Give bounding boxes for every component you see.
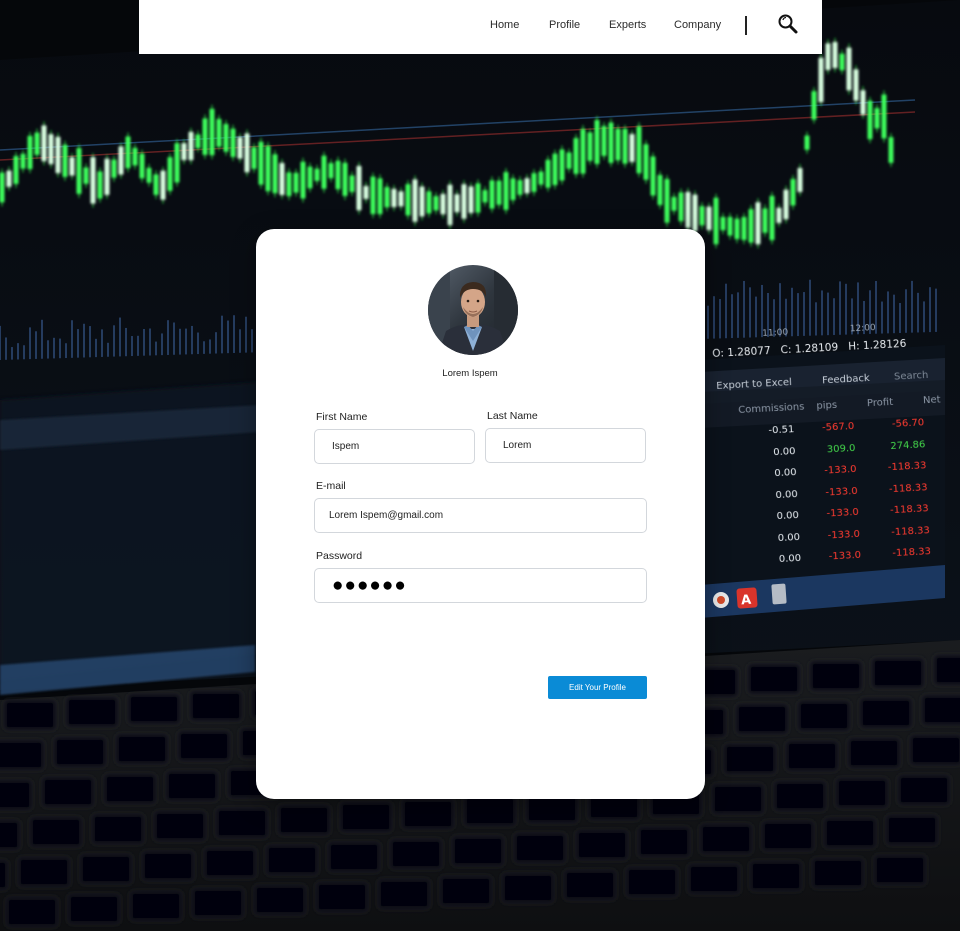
profile-display-name: Lorem Ispem (442, 368, 498, 379)
table-cell: -118.33 (887, 460, 927, 474)
table-cell: -567.0 (821, 421, 855, 434)
table-cell: 0.00 (775, 488, 799, 501)
table-cell: 0.00 (778, 553, 802, 566)
table-cell: -0.51 (768, 424, 795, 437)
table-cell: -133.0 (828, 550, 862, 563)
table-cell: -118.33 (892, 546, 932, 560)
nav-company[interactable]: Company (674, 19, 721, 31)
table-cell: -133.0 (827, 528, 861, 542)
password-field[interactable]: ●●●●●● (314, 568, 647, 603)
first-name-label: First Name (316, 411, 368, 423)
table-cell: -133.0 (825, 485, 858, 499)
nav-home[interactable]: Home (490, 19, 519, 31)
table-cell: 309.0 (826, 442, 856, 456)
avatar-photo (428, 265, 518, 355)
top-nav-bar: Home Profile Experts Company (139, 0, 822, 54)
table-cell: -56.70 (891, 417, 925, 431)
edit-profile-button[interactable]: Edit Your Profile (548, 676, 647, 699)
search-label: Search (893, 369, 929, 383)
password-label: Password (316, 550, 363, 562)
table-cell: -118.33 (888, 481, 928, 495)
search-icon[interactable] (777, 13, 799, 35)
table-header: pips (816, 399, 838, 412)
table-cell: -118.33 (889, 503, 929, 517)
profile-card: Lorem Ispem First Name Last Name E-mail … (256, 229, 705, 799)
table-header: Profit (866, 396, 894, 410)
last-name-label: Last Name (487, 410, 538, 422)
table-cell: 0.00 (772, 445, 796, 458)
table-cell: 0.00 (777, 531, 801, 544)
first-name-field[interactable] (314, 429, 475, 464)
nav-experts[interactable]: Experts (609, 19, 646, 31)
email-label: E-mail (316, 480, 346, 492)
svg-text:A: A (741, 593, 752, 609)
table-header: Commissions (738, 401, 805, 416)
table-cell: -133.0 (826, 507, 860, 520)
table-header: Net (922, 394, 941, 407)
table-cell: 0.00 (774, 467, 797, 480)
positions-table-body: -0.51 -567.0 -56.70 0.00 309.0 274.86 0.00 -133… (739, 411, 949, 572)
time-tick: 11:00 (762, 327, 789, 339)
table-cell: -133.0 (824, 464, 857, 477)
nav-profile[interactable]: Profile (549, 19, 580, 31)
positions-table: Commissions pips Profit Net -0.51 -567.0-… (738, 394, 949, 572)
time-tick: 12:00 (849, 323, 876, 335)
table-cell: -118.33 (890, 524, 931, 538)
nav-divider (745, 16, 747, 35)
email-field[interactable] (314, 498, 647, 533)
avatar[interactable] (428, 265, 518, 355)
table-cell: 274.86 (890, 439, 926, 452)
table-cell: 0.00 (776, 510, 800, 523)
last-name-field[interactable] (485, 428, 646, 463)
